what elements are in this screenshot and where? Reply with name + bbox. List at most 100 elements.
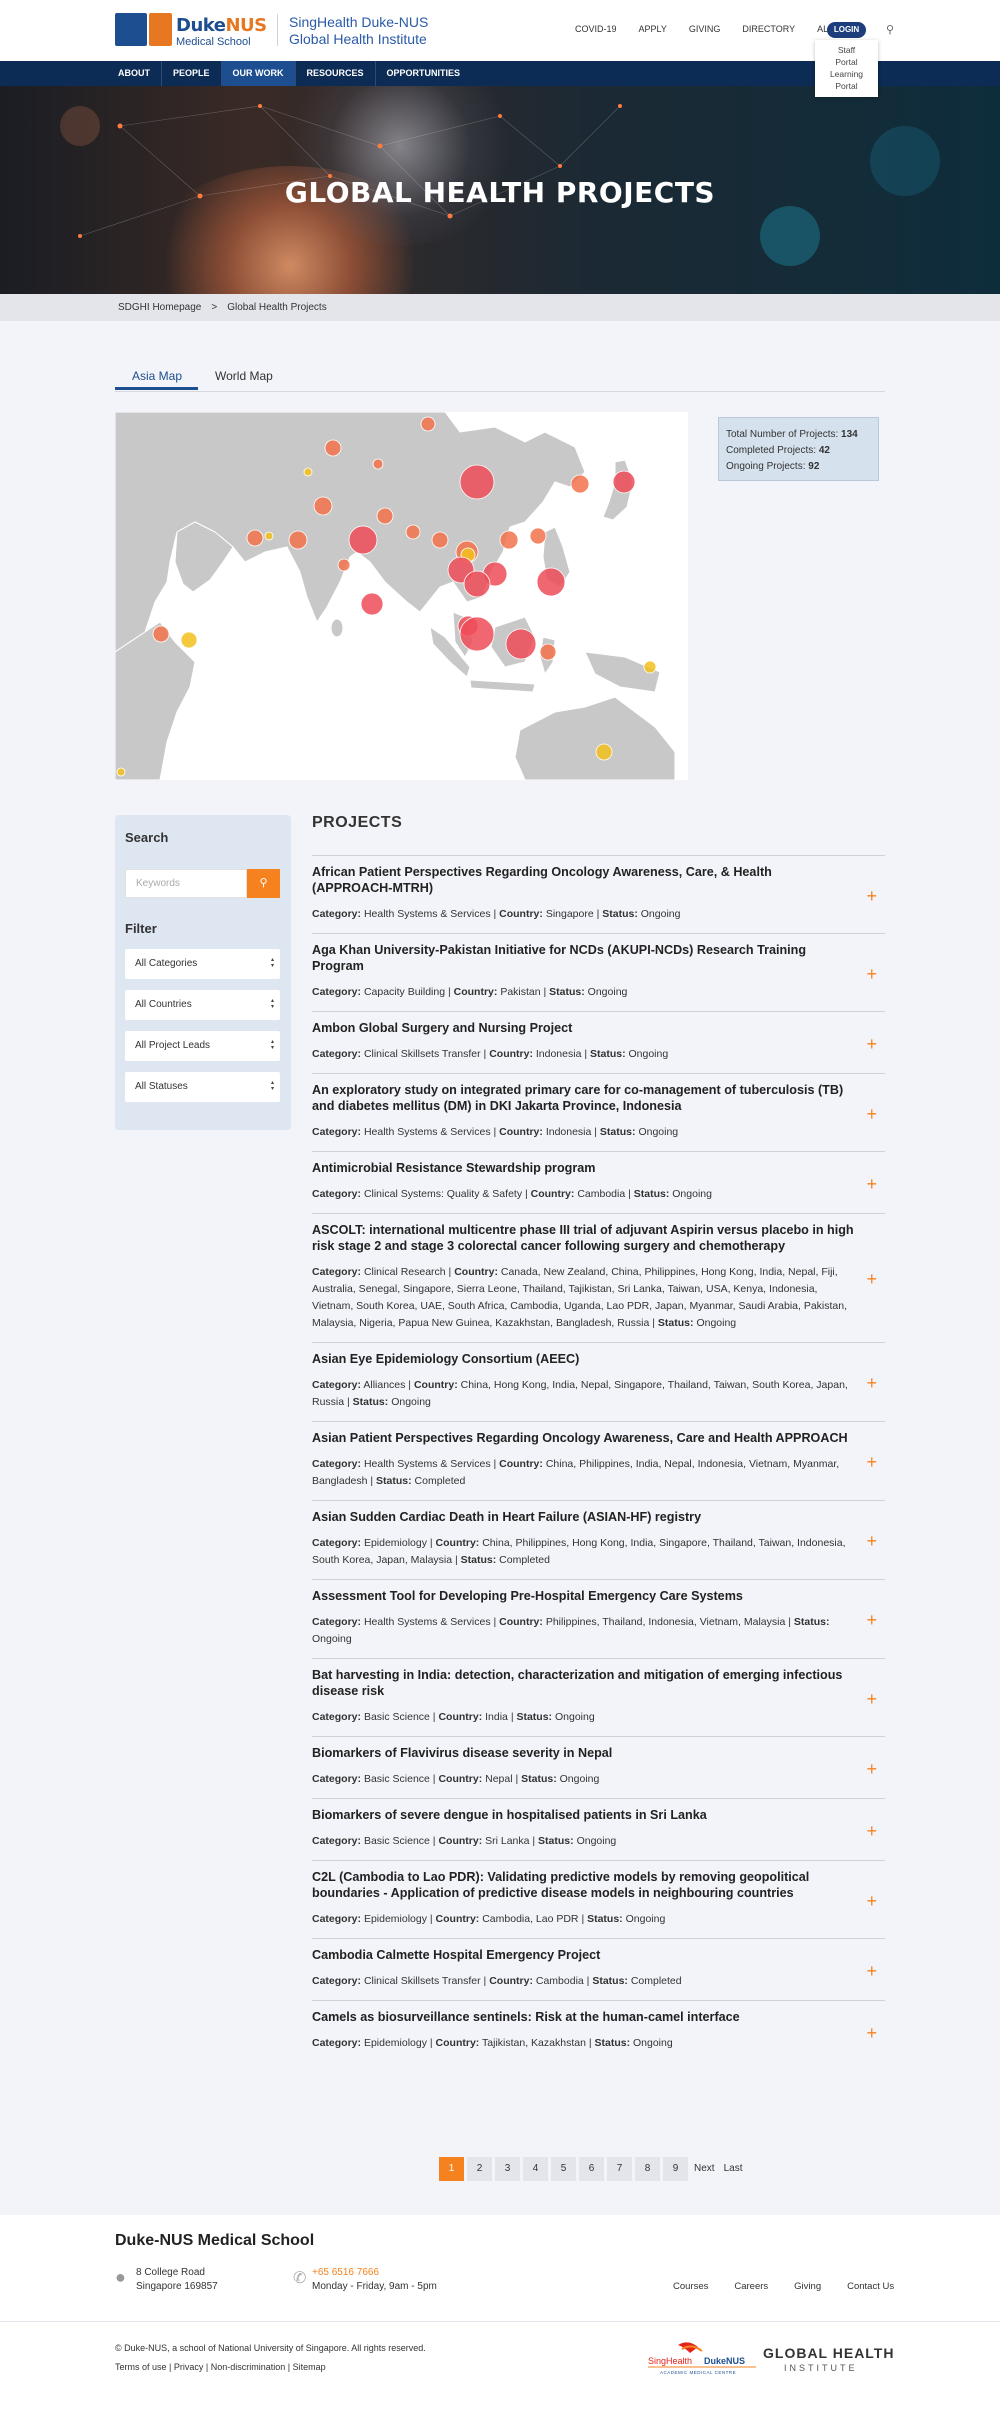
- project-item[interactable]: African Patient Perspectives Regarding O…: [312, 855, 885, 933]
- nav-people[interactable]: PEOPLE: [162, 61, 222, 86]
- asia-map[interactable]: [115, 412, 688, 780]
- nav-opportunities[interactable]: OPPORTUNITIES: [376, 61, 472, 86]
- map-marker[interactable]: [459, 464, 495, 500]
- page-button[interactable]: Next: [691, 2157, 718, 2181]
- project-item[interactable]: Cambodia Calmette Hospital Emergency Pro…: [312, 1938, 885, 2000]
- map-marker[interactable]: [420, 416, 436, 432]
- project-item[interactable]: C2L (Cambodia to Lao PDR): Validating pr…: [312, 1860, 885, 1938]
- duke-shield-logo[interactable]: [115, 13, 147, 46]
- map-marker[interactable]: [405, 524, 421, 540]
- project-item[interactable]: An exploratory study on integrated prima…: [312, 1073, 885, 1151]
- footer-link-giving[interactable]: Giving: [794, 2281, 821, 2292]
- project-item[interactable]: Biomarkers of severe dengue in hospitali…: [312, 1798, 885, 1860]
- project-item[interactable]: Ambon Global Surgery and Nursing Project…: [312, 1011, 885, 1073]
- search-submit-button[interactable]: ⚲: [247, 869, 280, 898]
- page-button[interactable]: 9: [663, 2157, 688, 2181]
- map-marker[interactable]: [612, 470, 636, 494]
- expand-plus-icon[interactable]: +: [866, 1452, 877, 1473]
- nav-about[interactable]: ABOUT: [107, 61, 162, 86]
- map-marker[interactable]: [313, 496, 333, 516]
- institute-name-line2[interactable]: Global Health Institute: [289, 31, 427, 47]
- project-title[interactable]: Biomarkers of Flavivirus disease severit…: [312, 1745, 855, 1761]
- project-item[interactable]: ASCOLT: international multicentre phase …: [312, 1213, 885, 1342]
- map-marker[interactable]: [431, 531, 449, 549]
- page-button[interactable]: 7: [607, 2157, 632, 2181]
- footer-link-careers[interactable]: Careers: [734, 2281, 768, 2292]
- singhealth-dukenus-logo[interactable]: SingHealth DukeNUS ACADEMIC MEDICAL CENT…: [648, 2339, 758, 2377]
- project-title[interactable]: Asian Patient Perspectives Regarding Onc…: [312, 1430, 855, 1446]
- map-marker[interactable]: [324, 439, 342, 457]
- project-item[interactable]: Asian Sudden Cardiac Death in Heart Fail…: [312, 1500, 885, 1579]
- project-title[interactable]: Cambodia Calmette Hospital Emergency Pro…: [312, 1947, 855, 1963]
- map-marker[interactable]: [570, 474, 590, 494]
- expand-plus-icon[interactable]: +: [866, 1821, 877, 1842]
- project-title[interactable]: Antimicrobial Resistance Stewardship pro…: [312, 1160, 855, 1176]
- expand-plus-icon[interactable]: +: [866, 1891, 877, 1912]
- map-marker[interactable]: [643, 660, 657, 674]
- project-title[interactable]: Assessment Tool for Developing Pre-Hospi…: [312, 1588, 855, 1604]
- map-marker[interactable]: [303, 467, 313, 477]
- project-title[interactable]: Aga Khan University-Pakistan Initiative …: [312, 942, 855, 974]
- project-title[interactable]: Bat harvesting in India: detection, char…: [312, 1667, 855, 1699]
- map-marker[interactable]: [499, 530, 519, 550]
- page-button[interactable]: 6: [579, 2157, 604, 2181]
- keywords-input[interactable]: Keywords: [125, 869, 247, 898]
- search-icon[interactable]: ⚲: [883, 23, 897, 37]
- filter-project-leads-select[interactable]: All Project Leads: [125, 1031, 280, 1061]
- filter-statuses-select[interactable]: All Statuses: [125, 1072, 280, 1102]
- map-marker[interactable]: [595, 743, 613, 761]
- expand-plus-icon[interactable]: +: [866, 1104, 877, 1125]
- project-item[interactable]: Antimicrobial Resistance Stewardship pro…: [312, 1151, 885, 1213]
- expand-plus-icon[interactable]: +: [866, 1759, 877, 1780]
- nav-our-work[interactable]: OUR WORK: [221, 61, 296, 86]
- global-health-logo[interactable]: GLOBAL HEALTH: [763, 2345, 894, 2361]
- footer-phone[interactable]: +65 6516 7666: [312, 2266, 437, 2280]
- expand-plus-icon[interactable]: +: [866, 1689, 877, 1710]
- nav-giving[interactable]: GIVING: [689, 24, 721, 34]
- footer-legal-links[interactable]: Terms of use | Privacy | Non-discriminat…: [115, 2362, 326, 2372]
- map-marker[interactable]: [372, 458, 384, 470]
- expand-plus-icon[interactable]: +: [866, 1174, 877, 1195]
- filter-categories-select[interactable]: All Categories: [125, 949, 280, 979]
- project-title[interactable]: An exploratory study on integrated prima…: [312, 1082, 855, 1114]
- project-title[interactable]: Ambon Global Surgery and Nursing Project: [312, 1020, 855, 1036]
- map-marker[interactable]: [264, 531, 274, 541]
- page-button[interactable]: 8: [635, 2157, 660, 2181]
- footer-link-courses[interactable]: Courses: [673, 2281, 708, 2292]
- map-marker[interactable]: [288, 530, 308, 550]
- expand-plus-icon[interactable]: +: [866, 2023, 877, 2044]
- expand-plus-icon[interactable]: +: [866, 1269, 877, 1290]
- map-marker[interactable]: [246, 529, 264, 547]
- map-marker[interactable]: [348, 525, 378, 555]
- login-button[interactable]: LOGIN: [827, 22, 866, 38]
- page-button[interactable]: 1: [439, 2157, 464, 2181]
- project-title[interactable]: Asian Eye Epidemiology Consortium (AEEC): [312, 1351, 855, 1367]
- nav-directory[interactable]: DIRECTORY: [742, 24, 795, 34]
- map-marker[interactable]: [376, 507, 394, 525]
- project-title[interactable]: Camels as biosurveillance sentinels: Ris…: [312, 2009, 855, 2025]
- map-marker[interactable]: [116, 767, 126, 777]
- brand-name[interactable]: DukeNUS: [176, 15, 267, 36]
- project-item[interactable]: Assessment Tool for Developing Pre-Hospi…: [312, 1579, 885, 1658]
- map-marker[interactable]: [152, 625, 170, 643]
- page-button[interactable]: Last: [721, 2157, 746, 2181]
- project-item[interactable]: Biomarkers of Flavivirus disease severit…: [312, 1736, 885, 1798]
- breadcrumb-home[interactable]: SDGHI Homepage: [118, 302, 201, 313]
- filter-countries-select[interactable]: All Countries: [125, 990, 280, 1020]
- footer-link-contact[interactable]: Contact Us: [847, 2281, 894, 2292]
- expand-plus-icon[interactable]: +: [866, 1961, 877, 1982]
- map-marker[interactable]: [529, 527, 547, 545]
- nus-crest-logo[interactable]: [149, 13, 172, 46]
- page-button[interactable]: 5: [551, 2157, 576, 2181]
- project-title[interactable]: African Patient Perspectives Regarding O…: [312, 864, 855, 896]
- nav-apply[interactable]: APPLY: [639, 24, 667, 34]
- expand-plus-icon[interactable]: +: [866, 1531, 877, 1552]
- map-marker[interactable]: [536, 567, 566, 597]
- map-marker[interactable]: [539, 643, 557, 661]
- project-title[interactable]: Biomarkers of severe dengue in hospitali…: [312, 1807, 855, 1823]
- map-marker[interactable]: [360, 592, 384, 616]
- page-button[interactable]: 2: [467, 2157, 492, 2181]
- map-marker[interactable]: [459, 616, 495, 652]
- map-marker[interactable]: [180, 631, 198, 649]
- project-item[interactable]: Asian Eye Epidemiology Consortium (AEEC)…: [312, 1342, 885, 1421]
